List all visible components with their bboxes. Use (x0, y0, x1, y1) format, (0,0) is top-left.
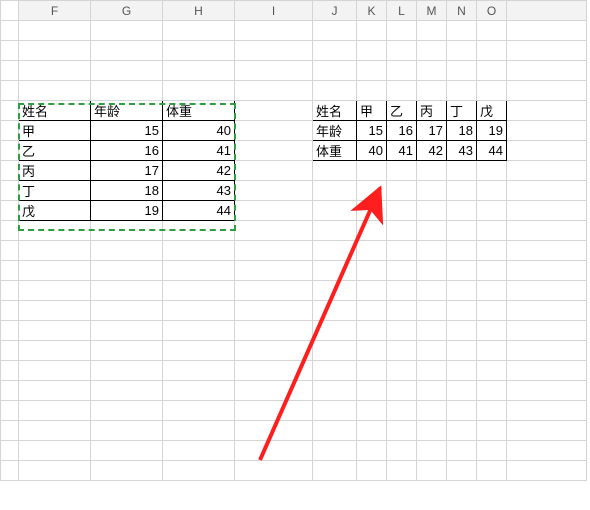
res-r2-v1[interactable]: 41 (387, 141, 417, 161)
col-header-G[interactable]: G (91, 1, 163, 21)
res-r0-v4[interactable]: 戊 (477, 101, 507, 121)
col-header-F[interactable]: F (19, 1, 91, 21)
col-header-I[interactable]: I (235, 1, 313, 21)
src-r2-age[interactable]: 17 (91, 161, 163, 181)
col-header-M[interactable]: M (417, 1, 447, 21)
src-r1-weight[interactable]: 41 (163, 141, 235, 161)
res-r1-label[interactable]: 年龄 (313, 121, 357, 141)
col-header-O[interactable]: O (477, 1, 507, 21)
src-r2-name[interactable]: 丙 (19, 161, 91, 181)
src-r0-name[interactable]: 甲 (19, 121, 91, 141)
res-r1-v3[interactable]: 18 (447, 121, 477, 141)
res-r2-v3[interactable]: 43 (447, 141, 477, 161)
src-r0-weight[interactable]: 40 (163, 121, 235, 141)
src-r3-age[interactable]: 18 (91, 181, 163, 201)
src-header-name[interactable]: 姓名 (19, 101, 91, 121)
src-header-weight[interactable]: 体重 (163, 101, 235, 121)
src-r1-name[interactable]: 乙 (19, 141, 91, 161)
src-r1-age[interactable]: 16 (91, 141, 163, 161)
res-r0-v3[interactable]: 丁 (447, 101, 477, 121)
col-header-K[interactable]: K (357, 1, 387, 21)
src-r0-age[interactable]: 15 (91, 121, 163, 141)
src-r3-name[interactable]: 丁 (19, 181, 91, 201)
res-r1-v4[interactable]: 19 (477, 121, 507, 141)
res-r1-v1[interactable]: 16 (387, 121, 417, 141)
res-r1-v2[interactable]: 17 (417, 121, 447, 141)
res-r2-v4[interactable]: 44 (477, 141, 507, 161)
res-r2-v2[interactable]: 42 (417, 141, 447, 161)
col-header-N[interactable]: N (447, 1, 477, 21)
spreadsheet-grid[interactable]: F G H I J K L M N O 姓名 年龄 体重 姓名 甲 乙 丙 丁 … (0, 0, 587, 481)
res-r2-label[interactable]: 体重 (313, 141, 357, 161)
res-r0-v1[interactable]: 乙 (387, 101, 417, 121)
col-header-L[interactable]: L (387, 1, 417, 21)
res-r0-label[interactable]: 姓名 (313, 101, 357, 121)
column-header-row: F G H I J K L M N O (1, 1, 587, 21)
src-header-age[interactable]: 年龄 (91, 101, 163, 121)
res-r0-v2[interactable]: 丙 (417, 101, 447, 121)
res-r1-v0[interactable]: 15 (357, 121, 387, 141)
col-header-H[interactable]: H (163, 1, 235, 21)
src-r4-name[interactable]: 戊 (19, 201, 91, 221)
src-r2-weight[interactable]: 42 (163, 161, 235, 181)
src-r4-weight[interactable]: 44 (163, 201, 235, 221)
src-r3-weight[interactable]: 43 (163, 181, 235, 201)
col-header-J[interactable]: J (313, 1, 357, 21)
res-r2-v0[interactable]: 40 (357, 141, 387, 161)
src-r4-age[interactable]: 19 (91, 201, 163, 221)
res-r0-v0[interactable]: 甲 (357, 101, 387, 121)
